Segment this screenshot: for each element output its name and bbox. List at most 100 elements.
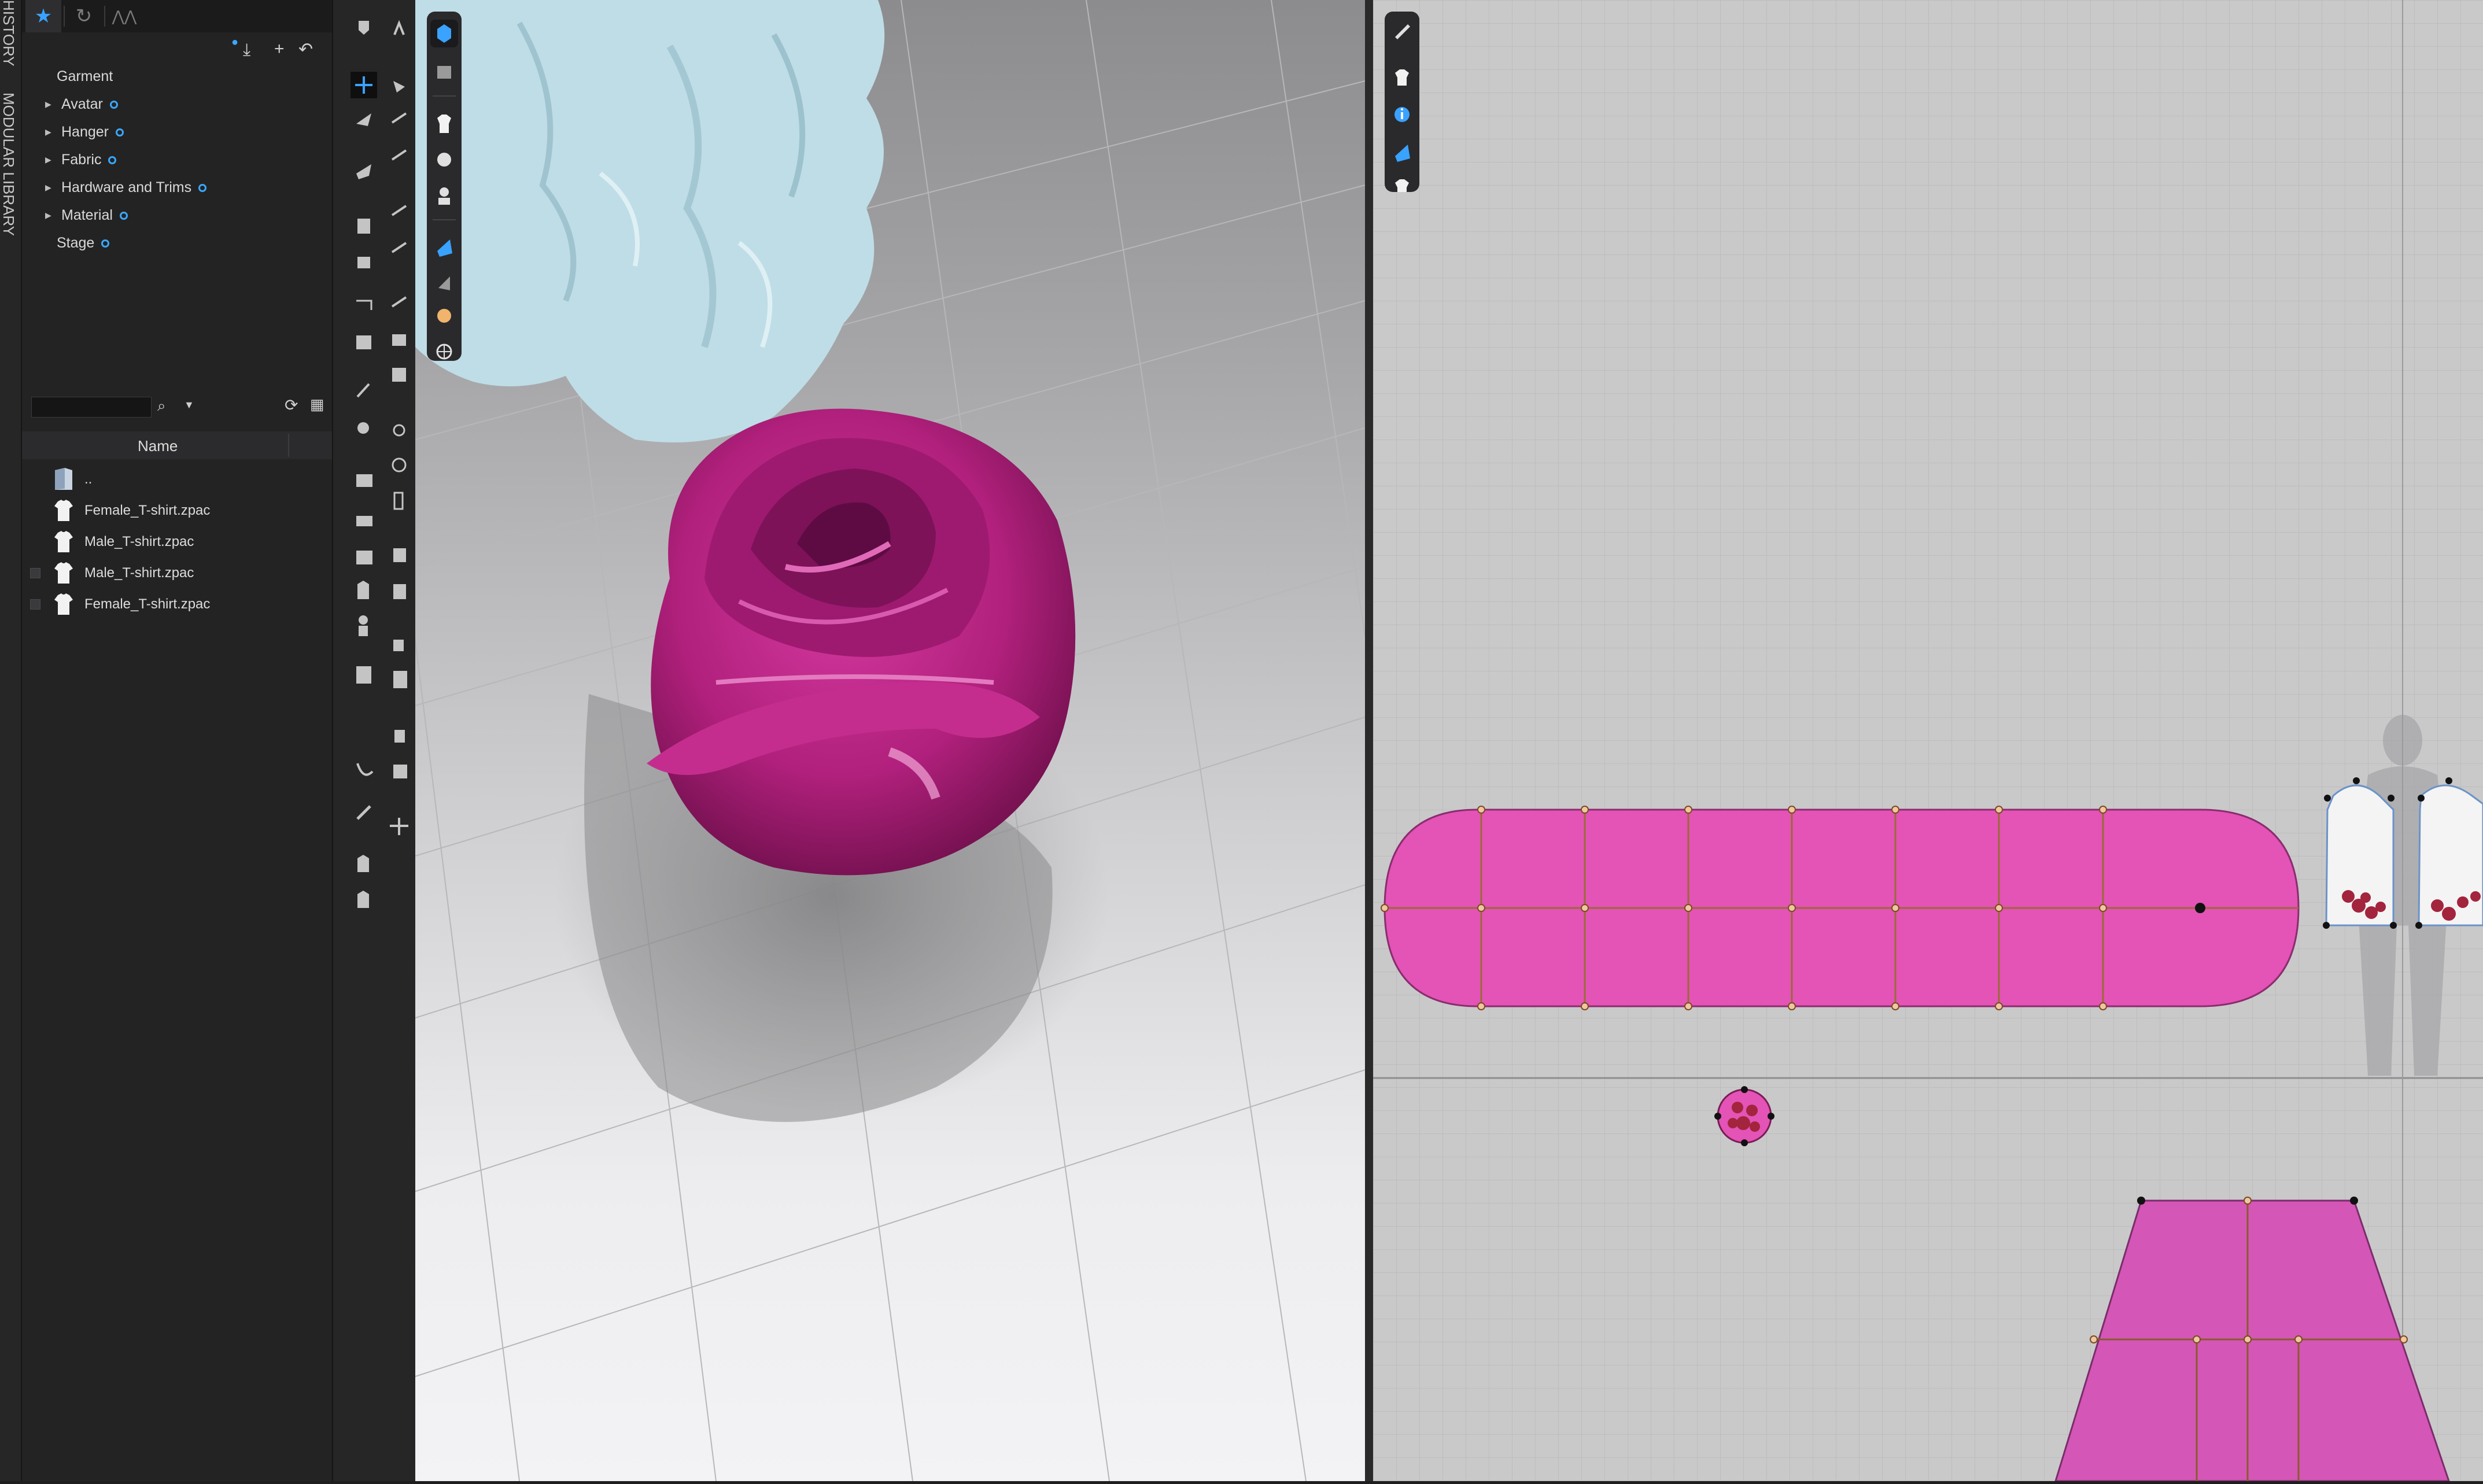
tree-item-fabric[interactable]: ▶ Fabric — [45, 152, 117, 168]
sewing-icon[interactable] — [356, 164, 371, 179]
trim-icon[interactable] — [391, 242, 407, 253]
zipper-icon[interactable] — [393, 492, 404, 510]
file-row[interactable]: Male_T-shirt.zpac — [30, 559, 194, 588]
pencil-icon[interactable] — [356, 805, 371, 820]
caret-right-icon[interactable]: ▶ — [45, 127, 54, 137]
pattern-piece-small-circle[interactable] — [1714, 1086, 1774, 1146]
tshirt-icon — [54, 593, 73, 615]
tree-item-avatar[interactable]: ▶ Avatar — [45, 96, 118, 113]
download-icon[interactable]: ⤓ — [243, 40, 250, 60]
selection-tool-icon[interactable] — [393, 81, 405, 93]
fabric-display-icon[interactable] — [437, 153, 451, 167]
edit-pattern-icon[interactable] — [356, 113, 371, 126]
file-checkbox[interactable] — [30, 568, 40, 578]
history-library-tab[interactable]: ↻ — [66, 0, 102, 32]
favorites-tab[interactable]: ★ — [25, 0, 61, 32]
texture-view-icon[interactable] — [437, 239, 452, 257]
figure-icon[interactable] — [359, 615, 368, 636]
side-tab-strip: HISTORY MODULAR LIBRARY — [0, 0, 22, 1481]
tree-item-hanger[interactable]: ▶ Hanger — [45, 124, 124, 141]
tack-icon[interactable] — [357, 422, 369, 434]
avatar-display-icon[interactable] — [437, 66, 451, 79]
pattern-piece-long-strip[interactable] — [1381, 806, 2300, 1010]
shape-block-icon[interactable] — [393, 671, 407, 688]
3d-view-toolbar — [427, 12, 462, 361]
column-divider[interactable] — [288, 434, 289, 457]
texture-icon[interactable] — [356, 474, 372, 487]
skin-view-icon[interactable] — [437, 309, 451, 323]
pattern-piece-sleeve-right[interactable] — [2415, 777, 2483, 929]
clo-set-tab[interactable]: ⋀⋀ — [106, 0, 142, 32]
texture-2d-icon[interactable] — [1395, 145, 1410, 162]
chevron-down-icon[interactable]: ▼ — [184, 399, 194, 411]
tree-item-material[interactable]: ▶ Material — [45, 207, 128, 224]
select-mesh-icon[interactable] — [359, 21, 369, 35]
grid-view-icon[interactable]: ▦ — [310, 396, 324, 414]
file-row[interactable]: Female_T-shirt.zpac — [30, 590, 210, 619]
caret-right-icon[interactable]: ▶ — [45, 99, 54, 109]
hook-icon[interactable] — [356, 763, 374, 776]
search-icon[interactable]: ⌕ — [157, 397, 166, 415]
add-icon[interactable]: + — [274, 39, 285, 59]
segment-icon[interactable] — [391, 296, 407, 308]
pattern-display-icon[interactable] — [1395, 69, 1409, 86]
star-icon: ★ — [34, 5, 53, 27]
3d-view-toolbar-icons — [430, 20, 458, 360]
rect-tool-icon[interactable] — [393, 765, 407, 778]
topstitch-icon[interactable] — [393, 548, 406, 562]
measure-icon[interactable] — [356, 666, 371, 684]
library-search-input[interactable] — [31, 397, 152, 418]
refresh-icon[interactable]: ⟳ — [285, 396, 298, 415]
puckering-icon[interactable] — [393, 584, 406, 599]
cut-icon[interactable] — [391, 205, 407, 216]
blue-fabric-drape — [415, 0, 885, 442]
pattern-piece-trapezoid[interactable] — [2054, 1197, 2450, 1481]
garment-display-icon[interactable] — [437, 115, 451, 133]
caret-right-icon[interactable]: ▶ — [45, 183, 54, 193]
caret-right-icon[interactable]: ▶ — [45, 155, 54, 165]
graphic-icon[interactable] — [392, 334, 406, 346]
tree-item-stage[interactable]: Stage — [57, 235, 110, 252]
edit-curve-icon[interactable] — [391, 112, 407, 124]
garment-2d-icon[interactable] — [1395, 179, 1409, 192]
buttonhole-icon[interactable] — [392, 457, 407, 472]
tape-icon[interactable] — [394, 730, 405, 743]
internal-line-icon[interactable] — [356, 300, 372, 310]
garment-front-icon[interactable] — [357, 855, 369, 872]
fitting-icon[interactable] — [356, 551, 372, 564]
file-row[interactable]: Male_T-shirt.zpac — [30, 527, 194, 556]
button-icon[interactable] — [393, 424, 405, 437]
history-tab[interactable]: HISTORY — [0, 0, 21, 67]
avatar-visibility-icon[interactable] — [438, 187, 450, 205]
info-icon[interactable] — [1394, 107, 1410, 122]
garment-back-icon[interactable] — [357, 891, 369, 908]
file-checkbox[interactable] — [30, 599, 40, 610]
modular-library-tab[interactable]: MODULAR LIBRARY — [0, 93, 21, 243]
undo-icon[interactable]: ↶ — [298, 39, 313, 60]
sync-dot-icon — [101, 239, 110, 248]
tree-item-hardware-and-trims[interactable]: ▶ Hardware and Trims — [45, 179, 207, 196]
avatar-tool-icon[interactable] — [356, 335, 371, 349]
add-point-icon[interactable] — [391, 149, 407, 161]
fold-icon[interactable] — [357, 257, 370, 268]
shirt-tool-icon[interactable] — [357, 581, 369, 599]
lighting-icon[interactable] — [438, 276, 450, 290]
3d-viewport[interactable] — [415, 0, 1365, 1481]
tree-item-garment[interactable]: Garment — [57, 68, 113, 85]
2d-pattern-viewport[interactable] — [1373, 0, 2483, 1481]
pin-icon[interactable] — [356, 383, 370, 398]
trim-block-icon[interactable] — [393, 640, 404, 651]
file-row-parent-folder[interactable]: .. — [30, 465, 92, 494]
tab-divider — [64, 6, 65, 27]
arrange-icon[interactable] — [390, 818, 408, 835]
walking-avatar-icon[interactable] — [393, 20, 405, 35]
mesh-icon[interactable] — [356, 516, 372, 526]
file-row[interactable]: Female_T-shirt.zpac — [30, 496, 210, 525]
viewport-splitter[interactable] — [1365, 0, 1373, 1481]
caret-right-icon[interactable]: ▶ — [45, 211, 54, 220]
file-list-header[interactable]: Name — [22, 431, 332, 459]
environment-globe-icon[interactable] — [436, 344, 452, 360]
pattern-fill-icon[interactable] — [392, 368, 406, 382]
pattern-tool-icon[interactable] — [357, 219, 370, 234]
pen-tool-icon[interactable] — [1395, 24, 1410, 39]
